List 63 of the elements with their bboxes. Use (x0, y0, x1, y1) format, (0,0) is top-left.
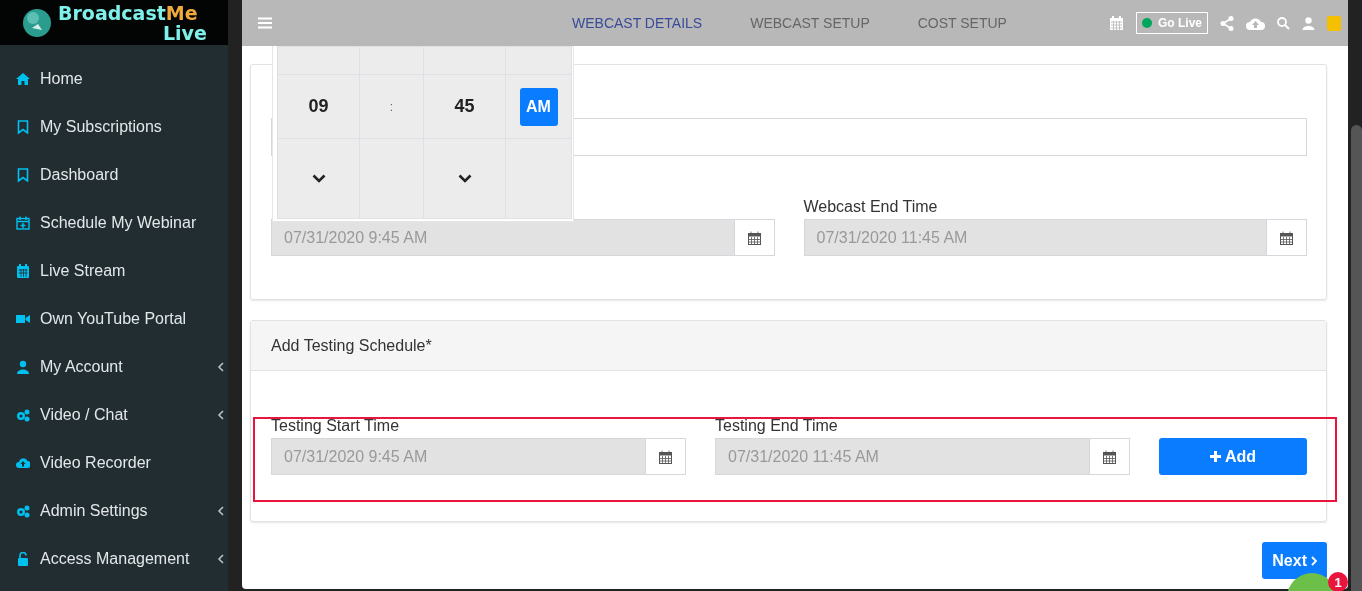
field-label: Testing End Time (715, 417, 839, 436)
chevron-left-icon (217, 554, 224, 564)
video-camera-icon (16, 312, 30, 326)
bookmark-icon (16, 168, 30, 182)
sidebar-item[interactable]: Home (0, 55, 228, 103)
field-label: Testing Start Time (271, 417, 401, 436)
chevron-left-icon (217, 410, 224, 420)
chevron-left-icon (217, 362, 224, 372)
time-separator: : (389, 99, 394, 114)
add-button[interactable]: Add (1159, 438, 1307, 475)
bookmark-icon (16, 120, 30, 134)
next-button[interactable]: Next (1262, 542, 1327, 579)
gears-icon (16, 408, 30, 422)
sidebar-item[interactable]: Video / Chat (0, 391, 228, 439)
calendar-icon (659, 449, 672, 464)
sidebar-item[interactable]: Video Recorder (0, 439, 228, 487)
plus-icon (1209, 451, 1221, 462)
cloud-upload-icon[interactable] (1246, 16, 1265, 30)
field-label: Webcast End Time (803, 198, 939, 217)
globe-logo-icon (22, 7, 52, 38)
home-icon (16, 72, 30, 86)
minute-value[interactable]: 45 (454, 96, 475, 117)
sidebar-item[interactable]: Schedule My Webinar (0, 199, 228, 247)
gears-icon (16, 504, 30, 518)
sidebar-item[interactable]: My Subscriptions (0, 103, 228, 151)
sidebar-item[interactable]: Admin Settings (0, 487, 228, 535)
logo-text: Broadcast (58, 1, 166, 24)
calendar-button[interactable] (1267, 219, 1307, 256)
picker-cell[interactable] (423, 138, 506, 219)
share-icon[interactable] (1220, 15, 1234, 31)
sidebar-item[interactable]: Own YouTube Portal (0, 295, 228, 343)
calendar-button[interactable] (646, 438, 686, 475)
menu-icon[interactable] (258, 17, 272, 29)
calendar-icon (16, 264, 30, 278)
card-title: Add Testing Schedule* (271, 336, 432, 355)
period-toggle[interactable]: AM (519, 87, 558, 126)
cloud-upload-icon (16, 456, 30, 470)
calendar-icon (747, 230, 761, 245)
chevron-down-icon[interactable] (311, 174, 326, 183)
calendar-button[interactable] (734, 219, 775, 256)
calendar-button[interactable] (1090, 438, 1130, 475)
tab[interactable]: WEBCAST DETAILS (572, 15, 703, 31)
search-icon[interactable] (1277, 16, 1290, 30)
calendar-icon (1103, 449, 1116, 464)
calendar-icon[interactable] (1109, 15, 1124, 31)
sidebar-item[interactable]: Dashboard (0, 151, 228, 199)
user-icon (16, 360, 30, 374)
logo-text: Me (165, 1, 198, 24)
sidebar-item[interactable]: Access Management (0, 535, 228, 583)
logo-text: Live (162, 23, 208, 42)
picker-cell[interactable] (277, 138, 360, 219)
notification-icon[interactable] (1327, 15, 1341, 31)
sidebar-item[interactable]: Live Stream (0, 247, 228, 295)
hour-value[interactable]: 09 (308, 96, 329, 117)
calendar-icon (1280, 230, 1293, 245)
calendar-plus-icon (16, 216, 30, 230)
sidebar-item[interactable]: My Account (0, 343, 228, 391)
chevron-right-icon (1311, 555, 1317, 566)
scrollbar-thumb[interactable] (1351, 125, 1362, 591)
user-icon[interactable] (1302, 16, 1315, 30)
chevron-down-icon[interactable] (457, 174, 472, 183)
chevron-left-icon (217, 506, 224, 516)
padlock-icon (16, 552, 30, 566)
